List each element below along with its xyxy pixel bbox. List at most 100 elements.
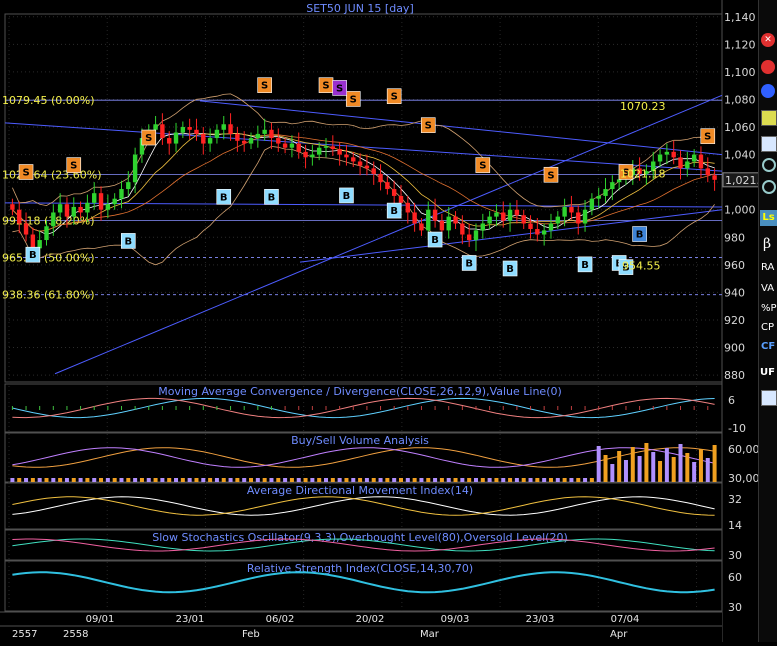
sell-signal-label: S: [22, 168, 29, 179]
toolbar-button-4[interactable]: [761, 110, 777, 126]
bollinger-lower: [12, 145, 715, 266]
zoom-out-icon[interactable]: [762, 180, 776, 194]
volume-bar: [208, 478, 213, 482]
buy-signal-label: B: [268, 192, 276, 203]
volume-bar: [473, 478, 478, 482]
indicator-title: Moving Average Convergence / Divergence(…: [158, 385, 562, 398]
volume-bar: [623, 460, 628, 482]
volume-bar: [637, 456, 642, 482]
volume-bar: [17, 478, 22, 482]
candle-body: [269, 129, 274, 139]
candle-body: [439, 220, 445, 231]
volume-bar: [167, 478, 172, 482]
volume-bar: [187, 478, 192, 482]
candle-body: [289, 143, 295, 148]
volume-bar: [194, 478, 199, 482]
toolbar-symbol-beta[interactable]: β: [763, 236, 771, 252]
volume-bar: [446, 478, 451, 482]
candle-body: [57, 204, 63, 213]
candle-body: [378, 173, 383, 183]
toolbar-ls-button[interactable]: Ls: [760, 210, 777, 226]
volume-bar: [692, 462, 697, 482]
buy-signal-label: B: [390, 206, 398, 217]
candle-body: [248, 138, 254, 144]
toolbar-symbol-percent[interactable]: %P: [761, 303, 777, 314]
toolbar-symbol-cf[interactable]: CF: [761, 341, 775, 352]
volume-bar: [385, 478, 390, 482]
toolbar-button-1[interactable]: ✕: [761, 33, 775, 47]
toolbar-symbol-uf[interactable]: UF: [760, 367, 775, 378]
candle-body: [364, 165, 370, 169]
candle-body: [153, 124, 158, 130]
volume-bar: [44, 478, 49, 482]
price-annotation: 1021.18: [620, 168, 666, 181]
x-month-label: Feb: [242, 629, 260, 640]
sell-signal-label: S: [704, 132, 711, 143]
candle-body: [126, 182, 131, 190]
y-tick-label: 1,100: [724, 66, 756, 79]
chart-canvas[interactable]: 1079.45 (0.00%)1025.64 (23.60%)992.18 (3…: [0, 0, 777, 642]
candle-body: [92, 193, 97, 203]
toolbar-button-5[interactable]: [761, 136, 777, 152]
candle-body: [228, 124, 233, 134]
volume-bar: [426, 478, 431, 482]
candle-body: [357, 161, 363, 166]
candle-body: [596, 195, 601, 199]
volume-bar: [317, 478, 322, 482]
volume-bar: [255, 478, 260, 482]
candle-body: [555, 216, 560, 224]
candle-body: [132, 154, 138, 183]
candle-body: [51, 212, 56, 227]
zoom-in-icon[interactable]: [762, 158, 776, 172]
y-tick-label: 960: [724, 259, 745, 272]
volume-bar: [58, 478, 63, 482]
candle-body: [221, 124, 226, 130]
toolbar-button-6[interactable]: [761, 390, 777, 406]
x-year-label: 2557: [12, 629, 37, 640]
buy-signal-label: B: [29, 250, 37, 261]
volume-bar: [596, 446, 601, 482]
volume-bar: [92, 478, 97, 482]
toolbar-symbol-ra[interactable]: RA: [761, 262, 774, 273]
volume-bar: [351, 478, 356, 482]
x-date-label: 09/01: [86, 614, 115, 625]
volume-bar: [180, 478, 185, 482]
indicator-title: Average Directional Movement Index(14): [247, 484, 473, 497]
volume-bar: [480, 478, 485, 482]
volume-bar: [324, 478, 329, 482]
volume-bar: [358, 478, 363, 482]
y-tick-label: 900: [724, 342, 745, 355]
candle-body: [173, 132, 179, 144]
candle-body: [678, 157, 683, 169]
toolbar-button-2[interactable]: [761, 60, 775, 74]
buy-signal-label: B: [506, 264, 514, 275]
candle-body: [180, 127, 186, 133]
candle-body: [487, 216, 492, 224]
candle-body: [310, 154, 315, 158]
volume-bar: [276, 478, 281, 482]
candle-body: [610, 182, 615, 190]
candle-body: [412, 212, 417, 224]
volume-bar: [528, 478, 533, 482]
candle-body: [521, 215, 526, 224]
candle-body: [296, 143, 301, 152]
volume-bar: [371, 478, 376, 482]
ma-line: [12, 134, 715, 232]
candle-body: [541, 230, 547, 235]
x-date-label: 07/04: [611, 614, 640, 625]
volume-bar: [174, 478, 179, 482]
volume-bar: [405, 478, 410, 482]
toolbar-button-3[interactable]: [761, 84, 775, 98]
candle-body: [664, 151, 670, 155]
toolbar-symbol-cp[interactable]: CP: [761, 322, 774, 333]
buy-signal-label: B: [431, 235, 439, 246]
candle-body: [671, 151, 676, 158]
candle-body: [473, 230, 479, 241]
volume-bar: [521, 478, 526, 482]
toolbar-symbol-va[interactable]: VA: [761, 283, 774, 294]
candle-body: [685, 161, 690, 169]
volume-bar: [160, 478, 165, 482]
volume-bar: [705, 458, 710, 482]
sell-signal-label: S: [547, 170, 554, 181]
candle-body: [85, 202, 90, 213]
